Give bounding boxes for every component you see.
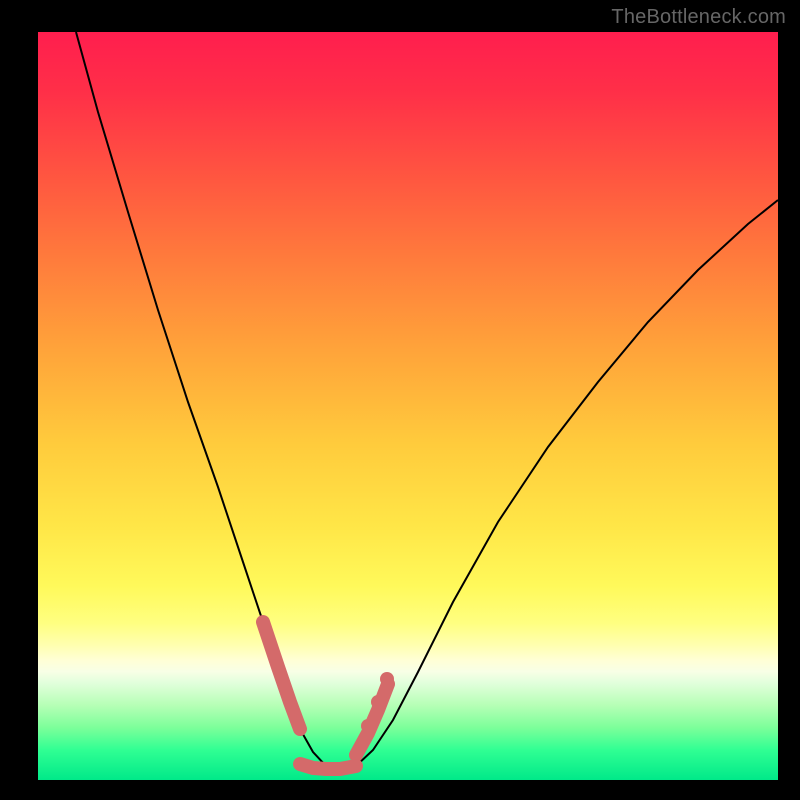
marker-dot [380,672,394,686]
curve-path [76,32,778,770]
chart-frame: TheBottleneck.com [0,0,800,800]
marker-segment [300,764,356,769]
curve-svg [38,32,778,780]
marker-segment [263,622,300,729]
marker-dot [361,719,375,733]
marker-segment [356,684,388,755]
watermark-text: TheBottleneck.com [611,6,786,29]
marker-dot [371,695,385,709]
plot-area [38,32,778,780]
bottleneck-curve [76,32,778,770]
